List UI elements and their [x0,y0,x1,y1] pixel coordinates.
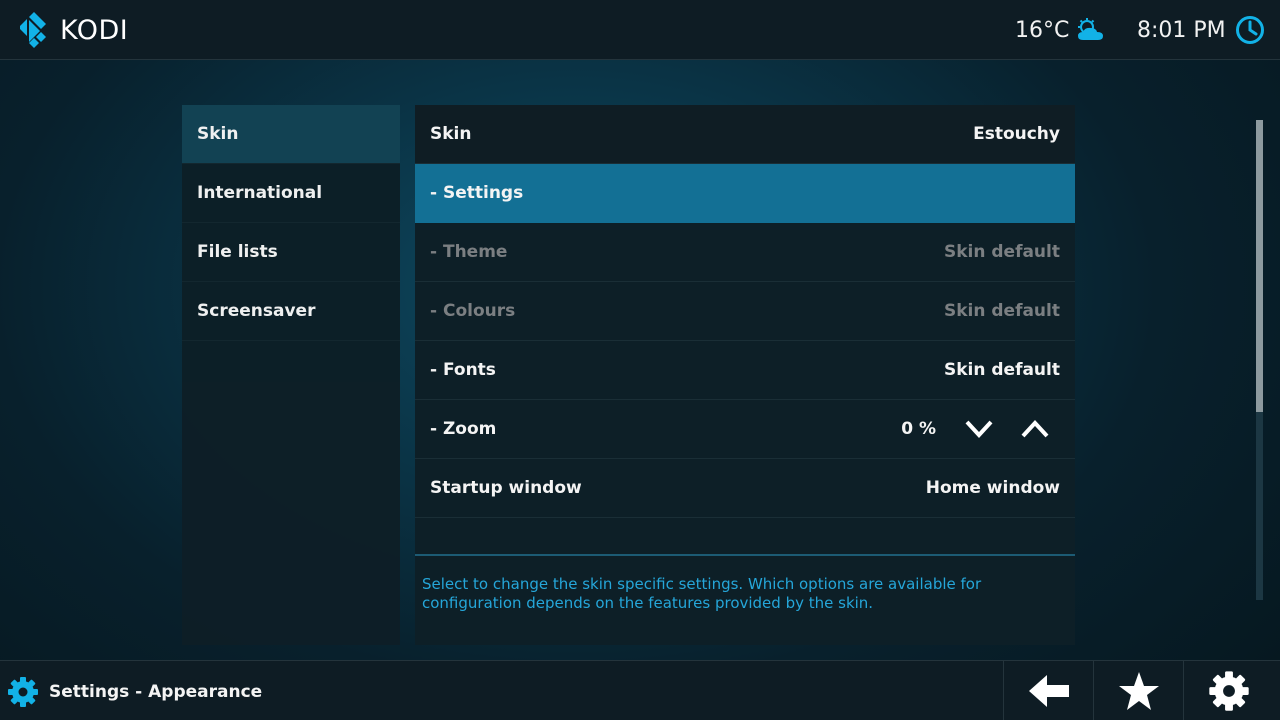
category-label: Skin [197,124,239,144]
setting-value: Home window [925,478,1060,498]
breadcrumb: Settings - Appearance [7,677,262,707]
setting-description: Select to change the skin specific setti… [422,575,982,612]
breadcrumb-text: Settings - Appearance [49,682,263,702]
settings-button[interactable] [1183,661,1273,720]
setting-label: - Theme [430,242,508,262]
setting-value: Skin default [943,301,1060,321]
top-bar: KODI 16°C 8:01 PM [0,0,1280,60]
setting-skin[interactable]: Skin Estouchy [415,105,1075,164]
setting-startup-window[interactable]: Startup window Home window [415,459,1075,518]
setting-zoom[interactable]: - Zoom 0 % [415,400,1075,459]
kodi-logo-text: KODI [60,14,129,46]
clock-time: 8:01 PM [1137,17,1226,43]
category-label: File lists [197,242,278,262]
category-label: International [197,183,323,203]
setting-label: Skin [430,124,472,144]
setting-value: Estouchy [973,124,1060,144]
category-file-lists[interactable]: File lists [182,223,400,282]
category-international[interactable]: International [182,164,400,223]
setting-colours: - Colours Skin default [415,282,1075,341]
settings-category-menu: Skin International File lists Screensave… [182,105,400,645]
setting-value: Skin default [943,242,1060,262]
setting-fonts[interactable]: - Fonts Skin default [415,341,1075,400]
setting-value: Skin default [943,360,1060,380]
setting-label: - Zoom [430,419,497,439]
setting-skin-settings[interactable]: - Settings [415,164,1075,223]
setting-label: Startup window [430,478,582,498]
setting-label: - Fonts [430,360,496,380]
favourites-button[interactable] [1093,661,1183,720]
gear-icon [8,677,38,707]
clock-widget: 8:01 PM [1137,14,1265,46]
scrollbar[interactable] [1256,120,1263,600]
chevron-down-icon[interactable] [964,418,994,440]
back-button[interactable] [1003,661,1093,720]
kodi-logo: KODI [16,12,128,48]
kodi-logo-icon [20,12,46,48]
category-label: Screensaver [197,301,316,321]
zoom-value: 0 % [901,419,936,439]
star-icon [1118,672,1159,710]
bottom-bar: Settings - Appearance [0,660,1280,720]
category-skin[interactable]: Skin [182,105,400,164]
description-divider [415,554,1075,556]
back-arrow-icon [1028,675,1069,707]
gear-icon [1208,671,1249,711]
partly-cloudy-icon [1078,18,1104,40]
weather-widget[interactable]: 16°C [1015,14,1105,46]
setting-label: - Settings [430,183,524,203]
settings-list: Skin Estouchy - Settings - Theme Skin de… [415,105,1075,645]
category-screensaver[interactable]: Screensaver [182,282,400,341]
setting-label: - Colours [430,301,516,321]
scrollbar-thumb[interactable] [1256,120,1263,412]
setting-theme: - Theme Skin default [415,223,1075,282]
clock-icon [1235,16,1264,44]
temperature: 16°C [1015,17,1070,43]
chevron-up-icon[interactable] [1020,418,1050,440]
zoom-spinner: 0 % [901,418,1060,440]
